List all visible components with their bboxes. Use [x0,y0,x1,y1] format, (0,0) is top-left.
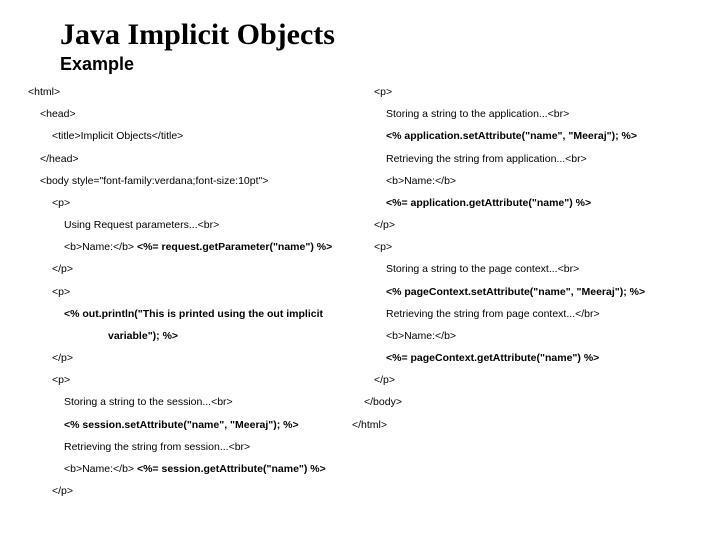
code-line: <html> [28,85,346,99]
page-subtitle: Example [60,54,692,75]
code-bold: <% application.setAttribute("name", "Mee… [374,129,692,143]
code-line: </p> [28,351,346,365]
code-line: Retrieving the string from page context.… [374,307,692,321]
code-line: </head> [28,152,346,166]
code-line: Storing a string to the session...<br> [28,395,346,409]
right-column: <p> Storing a string to the application.… [374,85,692,506]
code-line: Retrieving the string from application..… [374,152,692,166]
left-column: <html> <head> <title>Implicit Objects</t… [28,85,346,506]
code-line: Retrieving the string from session...<br… [28,440,346,454]
code-bold: <%= session.getAttribute("name") %> [137,463,326,475]
code-text: <b>Name:</b> [64,463,137,475]
code-line: <title>Implicit Objects</title> [28,129,346,143]
code-columns: <html> <head> <title>Implicit Objects</t… [28,85,692,506]
code-line: Storing a string to the page context...<… [374,262,692,276]
code-bold: <% pageContext.setAttribute("name", "Mee… [374,285,692,299]
code-line: <p> [28,373,346,387]
code-line: <head> [28,107,346,121]
code-bold: <%= request.getParameter("name") %> [137,241,332,253]
code-line: <b>Name:</b> [374,174,692,188]
code-line: Storing a string to the application...<b… [374,107,692,121]
code-line: <b>Name:</b> <%= session.getAttribute("n… [28,462,346,476]
code-bold: <% session.setAttribute("name", "Meeraj"… [28,418,346,432]
code-line: </p> [374,373,692,387]
code-line: <p> [374,240,692,254]
code-bold: <%= application.getAttribute("name") %> [374,196,692,210]
code-bold: <%= pageContext.getAttribute("name") %> [374,351,692,365]
code-line: <b>Name:</b> [374,329,692,343]
code-line: </body> [364,395,692,409]
code-line: Using Request parameters...<br> [28,218,346,232]
code-line: </p> [28,484,346,498]
code-line: <p> [28,196,346,210]
code-bold: <% out.println("This is printed using th… [28,307,346,321]
code-line: </html> [352,418,692,432]
code-line: <b>Name:</b> <%= request.getParameter("n… [28,240,346,254]
page-title: Java Implicit Objects [60,18,692,52]
code-line: <body style="font-family:verdana;font-si… [28,174,346,188]
code-bold: variable"); %> [28,329,346,343]
code-line: <p> [374,85,692,99]
code-line: <p> [28,285,346,299]
code-text: <b>Name:</b> [64,241,137,253]
code-line: </p> [28,262,346,276]
code-line: </p> [374,218,692,232]
